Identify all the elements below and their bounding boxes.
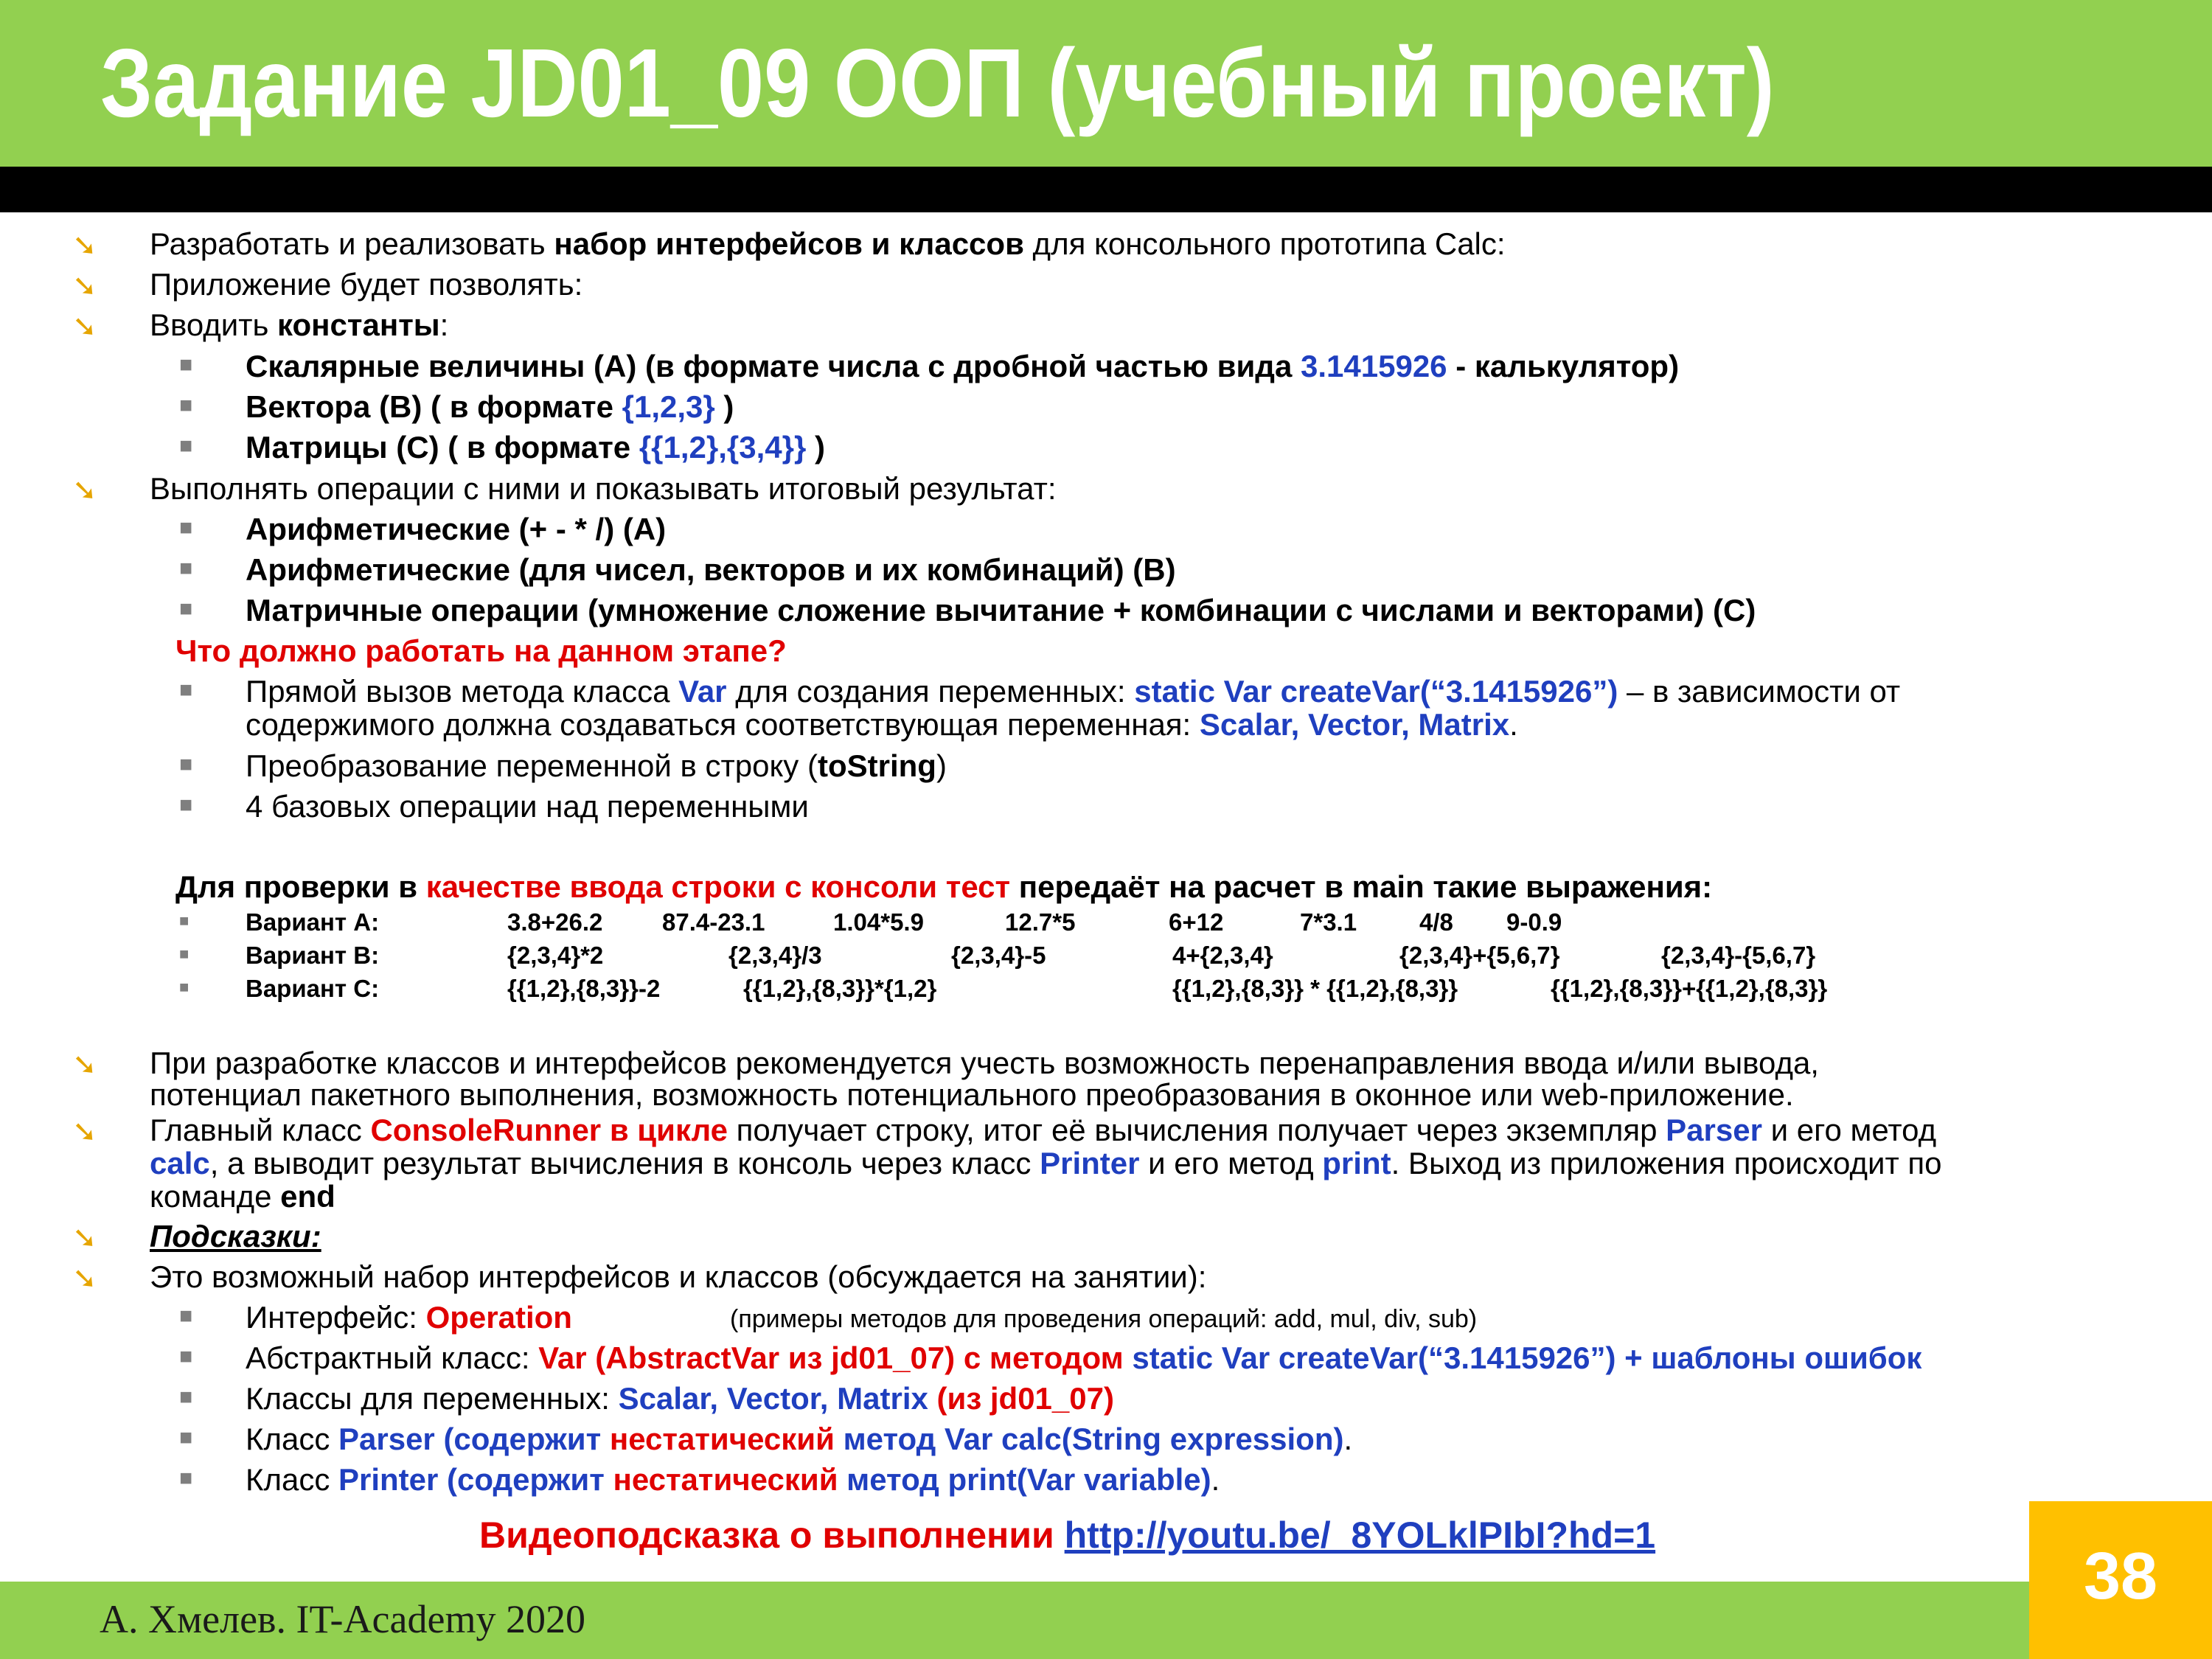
square-bullet-icon: ■ xyxy=(179,1304,193,1328)
bullet-5-cont: потенциал пакетного выполнения, возможно… xyxy=(150,1077,1794,1112)
check-heading: Для проверки в качестве ввода строки с к… xyxy=(175,869,1713,904)
variant-item: {2,3,4}*2 xyxy=(507,942,604,969)
variant-a-label: Вариант A: xyxy=(246,908,380,936)
page-title: Задание JD01_09 ООП (учебный проект) xyxy=(100,29,1775,137)
variant-item: {{1,2},{8,3}} * {{1,2},{8,3}} xyxy=(1172,975,1458,1002)
stage-question: Что должно работать на данном этапе? xyxy=(175,633,787,668)
bullet-4: Выполнять операции с ними и показывать и… xyxy=(150,471,1057,506)
variant-c-label: Вариант C: xyxy=(246,975,380,1002)
hint-abstract-var: Абстрактный класс: Var (AbstractVar из j… xyxy=(246,1340,1922,1375)
sub-bullet-arith-b: Арифметические (для чисел, векторов и их… xyxy=(246,552,1176,587)
sub-bullet-scalar: Скалярные величины (A) (в формате числа … xyxy=(246,349,1680,383)
variant-item: 4/8 xyxy=(1419,908,1453,936)
variant-item: {{1,2},{8,3}}+{{1,2},{8,3}} xyxy=(1551,975,1828,1002)
square-bullet-icon: ■ xyxy=(179,352,193,377)
arrow-down-right-icon: ➘ xyxy=(72,1116,97,1148)
sub-bullet-arith-a: Арифметические (+ - * /) (A) xyxy=(246,512,667,546)
sub-bullet-tostring: Преобразование переменной в строку (toSt… xyxy=(246,748,947,783)
video-link[interactable]: http://youtu.be/_8YOLklPIbI?hd=1 xyxy=(1065,1514,1655,1556)
square-bullet-icon: ■ xyxy=(179,1425,193,1450)
bullet-3: Вводить константы: xyxy=(150,307,449,342)
variant-item: 9-0.9 xyxy=(1506,908,1562,936)
variant-item: 12.7*5 xyxy=(1005,908,1076,936)
hint-operation-note: (примеры методов для проведения операций… xyxy=(730,1305,1478,1333)
variant-item: {2,3,4}-{5,6,7} xyxy=(1661,942,1816,969)
bullet-6-cont: calc, а выводит результат вычисления в к… xyxy=(150,1146,1942,1180)
arrow-down-right-icon: ➘ xyxy=(72,270,97,302)
arrow-down-right-icon: ➘ xyxy=(72,1262,97,1295)
video-hint: Видеоподсказка о выполнении http://youtu… xyxy=(479,1514,1656,1556)
page-number: 38 xyxy=(2083,1540,2158,1613)
footer-author: А. Хмелев. IT-Academy 2020 xyxy=(100,1597,585,1641)
arrow-down-right-icon: ➘ xyxy=(72,1048,97,1081)
square-bullet-icon: ■ xyxy=(179,1385,193,1409)
square-bullet-icon: ■ xyxy=(179,678,193,702)
variant-b-label: Вариант B: xyxy=(246,942,380,969)
variant-item: 87.4-23.1 xyxy=(662,908,765,936)
variant-item: {{1,2},{8,3}}*{1,2} xyxy=(743,975,937,1002)
sub-bullet-createvar-cont: содержимого должна создаваться соответст… xyxy=(246,707,1518,742)
sub-bullet-basic-ops: 4 базовых операции над переменными xyxy=(246,789,809,824)
hint-operation: Интерфейс: Operation xyxy=(246,1300,572,1335)
bullet-6-cont2: команде end xyxy=(150,1179,335,1214)
variant-item: {{1,2},{8,3}}-2 xyxy=(507,975,661,1002)
square-bullet-icon: ■ xyxy=(179,515,193,540)
variant-item: {2,3,4}+{5,6,7} xyxy=(1399,942,1560,969)
page-number-box: 38 xyxy=(2029,1501,2212,1659)
variant-item: 7*3.1 xyxy=(1300,908,1357,936)
arrow-down-right-icon: ➘ xyxy=(72,310,97,343)
hint-parser: Класс Parser (содержит нестатический мет… xyxy=(246,1422,1353,1456)
bullet-1: Разработать и реализовать набор интерфей… xyxy=(150,226,1506,261)
sub-bullet-createvar: Прямой вызов метода класса Var для созда… xyxy=(246,674,1901,709)
square-bullet-icon: ■ xyxy=(179,393,193,417)
sub-bullet-matrix: Матрицы (C) ( в формате {{1,2},{3,4}} ) xyxy=(246,430,825,465)
variant-item: 4+{2,3,4} xyxy=(1172,942,1273,969)
header-bar: Задание JD01_09 ООП (учебный проект) xyxy=(0,0,2212,167)
hints-heading: Подсказки: xyxy=(150,1219,321,1253)
variant-item: 1.04*5.9 xyxy=(833,908,924,936)
bullet-7: Это возможный набор интерфейсов и классо… xyxy=(150,1259,1207,1294)
square-bullet-icon: ■ xyxy=(179,434,193,458)
hint-var-classes: Классы для переменных: Scalar, Vector, M… xyxy=(246,1381,1114,1416)
variant-item: {2,3,4}-5 xyxy=(951,942,1046,969)
bullet-2: Приложение будет позволять: xyxy=(150,267,583,302)
square-bullet-icon: ■ xyxy=(179,556,193,580)
variant-item: 3.8+26.2 xyxy=(507,908,603,936)
header-divider xyxy=(0,167,2212,212)
variant-item: {2,3,4}/3 xyxy=(728,942,822,969)
square-bullet-icon: ■ xyxy=(179,945,189,963)
square-bullet-icon: ■ xyxy=(179,978,189,996)
square-bullet-icon: ■ xyxy=(179,793,193,817)
footer-bar: А. Хмелев. IT-Academy 2020 xyxy=(0,1582,2212,1659)
arrow-down-right-icon: ➘ xyxy=(72,474,97,507)
square-bullet-icon: ■ xyxy=(179,1344,193,1368)
square-bullet-icon: ■ xyxy=(179,597,193,621)
sub-bullet-matrix-ops: Матричные операции (умножение сложение в… xyxy=(246,593,1756,627)
sub-bullet-vector: Вектора (B) ( в формате {1,2,3} ) xyxy=(246,389,734,424)
arrow-down-right-icon: ➘ xyxy=(72,1222,97,1254)
variant-item: 6+12 xyxy=(1169,908,1224,936)
square-bullet-icon: ■ xyxy=(179,911,189,930)
square-bullet-icon: ■ xyxy=(179,752,193,776)
hint-printer: Класс Printer (содержит нестатический ме… xyxy=(246,1462,1220,1497)
bullet-6: Главный класс ConsoleRunner в цикле полу… xyxy=(150,1113,1937,1147)
arrow-down-right-icon: ➘ xyxy=(72,229,97,262)
square-bullet-icon: ■ xyxy=(179,1466,193,1490)
